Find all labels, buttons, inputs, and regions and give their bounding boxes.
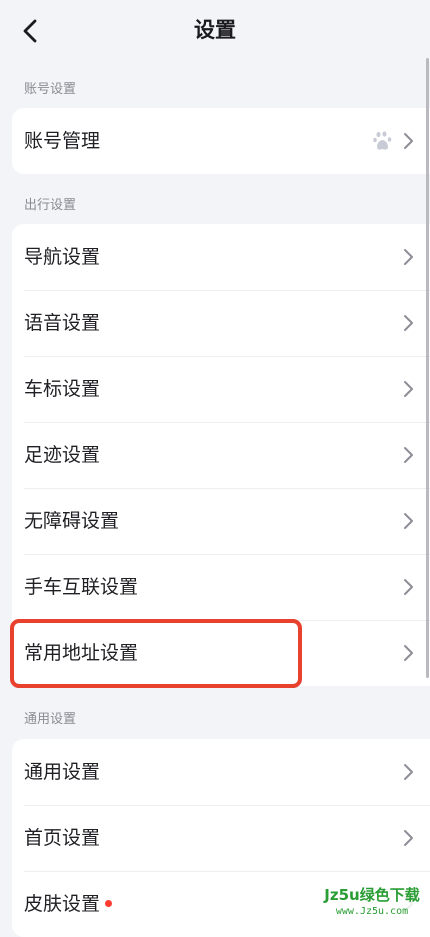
settings-item-label-with-dot: 皮肤设置 xyxy=(24,892,113,916)
settings-item-label: 皮肤设置 xyxy=(24,893,101,915)
watermark: Jz5u绿色下载 www.Jz5u.com xyxy=(320,885,424,923)
settings-item-label: 车标设置 xyxy=(24,378,101,400)
settings-item-account-management[interactable]: 账号管理 xyxy=(12,108,430,174)
settings-item-homepage[interactable]: 首页设置 xyxy=(12,805,430,871)
settings-item-footprint[interactable]: 足迹设置 xyxy=(12,422,430,488)
chevron-right-icon xyxy=(402,512,414,530)
watermark-url-text: www.Jz5u.com xyxy=(335,906,409,917)
settings-item-label: 首页设置 xyxy=(24,827,101,849)
section-label-travel: 出行设置 xyxy=(24,198,77,213)
settings-item-label: 无障碍设置 xyxy=(24,510,120,532)
settings-item-voice[interactable]: 语音设置 xyxy=(12,290,430,356)
settings-item-accessibility[interactable]: 无障碍设置 xyxy=(12,488,430,554)
settings-item-vehicle-icon[interactable]: 车标设置 xyxy=(12,356,430,422)
travel-settings-card: 导航设置 语音设置 车标设置 足迹设置 无障碍设置 手车互联设置 常用地址设置 xyxy=(12,224,430,686)
settings-item-label: 账号管理 xyxy=(24,130,101,152)
chevron-right-icon xyxy=(402,132,414,150)
chevron-right-icon xyxy=(402,763,414,781)
header: 设置 xyxy=(0,0,430,62)
watermark-main-text: Jz5u绿色下载 xyxy=(324,886,420,904)
chevron-right-icon xyxy=(402,380,414,398)
settings-item-phone-car-connect[interactable]: 手车互联设置 xyxy=(12,554,430,620)
section-label-general: 通用设置 xyxy=(24,712,77,727)
baidu-paw-icon xyxy=(372,130,394,152)
chevron-right-icon xyxy=(402,446,414,464)
settings-item-general[interactable]: 通用设置 xyxy=(12,739,430,805)
settings-item-label: 手车互联设置 xyxy=(24,576,139,598)
chevron-right-icon xyxy=(402,578,414,596)
settings-item-label: 常用地址设置 xyxy=(24,642,139,664)
chevron-right-icon xyxy=(402,644,414,662)
settings-item-label: 足迹设置 xyxy=(24,444,101,466)
settings-item-label: 语音设置 xyxy=(24,312,101,334)
chevron-right-icon xyxy=(402,248,414,266)
scrollbar[interactable] xyxy=(426,58,429,678)
settings-item-navigation[interactable]: 导航设置 xyxy=(12,224,430,290)
account-settings-card: 账号管理 xyxy=(12,108,430,174)
notification-dot xyxy=(105,900,113,907)
page-title: 设置 xyxy=(194,18,236,42)
settings-item-label: 导航设置 xyxy=(24,246,101,268)
settings-item-common-address[interactable]: 常用地址设置 xyxy=(12,620,430,686)
chevron-right-icon xyxy=(402,314,414,332)
chevron-right-icon xyxy=(402,829,414,847)
settings-item-label: 通用设置 xyxy=(24,761,101,783)
section-label-account: 账号设置 xyxy=(24,82,77,97)
